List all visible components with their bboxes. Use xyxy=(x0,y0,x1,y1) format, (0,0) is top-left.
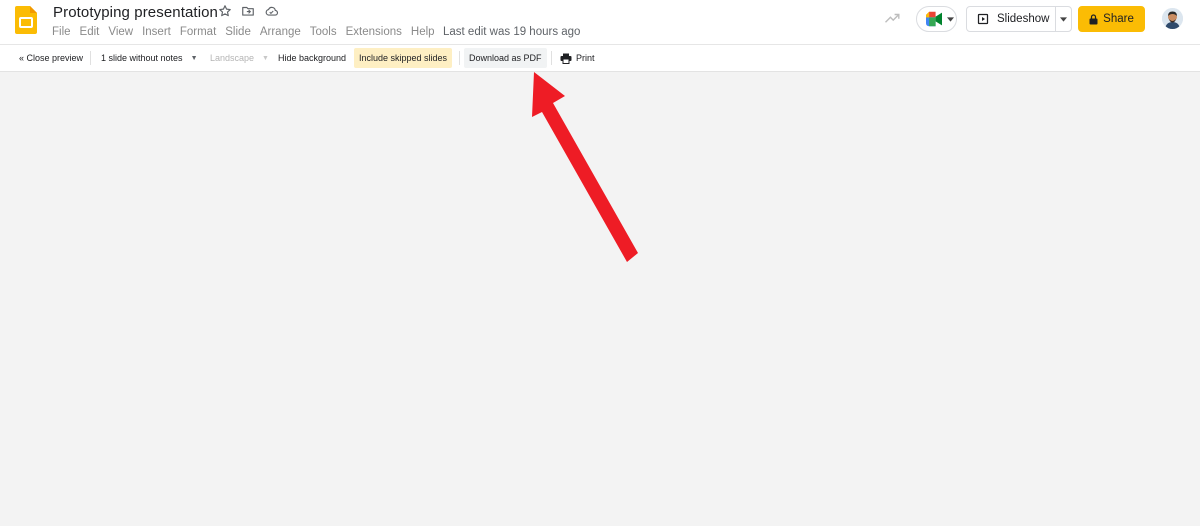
close-preview-button[interactable]: « Close preview xyxy=(14,48,88,68)
menu-slide[interactable]: Slide xyxy=(225,26,251,38)
menu-tools[interactable]: Tools xyxy=(310,26,337,38)
slideshow-split-button: Slideshow xyxy=(966,6,1072,32)
cloud-status-icon[interactable] xyxy=(263,3,279,19)
toolbar-divider xyxy=(551,51,552,65)
layout-select-label: 1 slide without notes xyxy=(101,53,183,63)
menu-arrange[interactable]: Arrange xyxy=(260,26,301,38)
meet-icon xyxy=(926,11,942,27)
activity-trend-icon[interactable] xyxy=(884,11,901,25)
chevron-down-icon xyxy=(947,16,954,22)
slideshow-label: Slideshow xyxy=(997,13,1050,25)
toolbar-divider xyxy=(459,51,460,65)
menu-view[interactable]: View xyxy=(108,26,133,38)
lock-icon xyxy=(1089,13,1098,24)
menu-bar: File Edit View Insert Format Slide Arran… xyxy=(52,26,444,38)
hide-background-label: Hide background xyxy=(278,53,347,63)
menu-help[interactable]: Help xyxy=(411,26,435,38)
slides-print-preview: Prototyping presentation File Edit View … xyxy=(0,0,1200,526)
slides-logo-icon[interactable] xyxy=(15,6,37,34)
include-skipped-slides-button[interactable]: Include skipped slides xyxy=(354,48,453,68)
printer-icon xyxy=(560,53,572,64)
menu-file[interactable]: File xyxy=(52,26,71,38)
document-title[interactable]: Prototyping presentation xyxy=(53,4,218,21)
meet-button[interactable] xyxy=(916,6,957,32)
slideshow-options-button[interactable] xyxy=(1055,7,1071,31)
menu-extensions[interactable]: Extensions xyxy=(346,26,402,38)
caret-down-icon: ▼ xyxy=(190,54,198,62)
download-pdf-button[interactable]: Download as PDF xyxy=(464,48,547,68)
last-edit-status[interactable]: Last edit was 19 hours ago xyxy=(443,26,580,38)
share-button[interactable]: Share xyxy=(1078,6,1145,32)
include-skipped-slides-label: Include skipped slides xyxy=(359,53,448,63)
menu-insert[interactable]: Insert xyxy=(142,26,171,38)
toolbar-divider xyxy=(90,51,91,65)
chevron-down-icon xyxy=(1060,16,1068,22)
folder-move-icon[interactable] xyxy=(240,3,256,19)
avatar[interactable] xyxy=(1162,8,1183,29)
title-actions xyxy=(217,3,279,19)
preview-canvas xyxy=(0,72,1200,526)
orientation-select: Landscape ▼ xyxy=(205,48,274,68)
menu-edit[interactable]: Edit xyxy=(80,26,100,38)
slideshow-button[interactable]: Slideshow xyxy=(967,7,1055,31)
star-icon[interactable] xyxy=(217,3,233,19)
print-preview-toolbar: « Close preview 1 slide without notes ▼ … xyxy=(0,45,1200,72)
close-preview-label: « Close preview xyxy=(19,53,84,63)
orientation-select-label: Landscape xyxy=(210,53,255,63)
layout-select[interactable]: 1 slide without notes ▼ xyxy=(96,48,203,68)
print-button[interactable]: Print xyxy=(555,48,600,68)
print-label: Print xyxy=(576,53,595,63)
hide-background-button[interactable]: Hide background xyxy=(273,48,351,68)
caret-down-icon: ▼ xyxy=(262,54,269,62)
play-box-icon xyxy=(977,13,989,25)
app-header: Prototyping presentation File Edit View … xyxy=(0,0,1200,45)
download-pdf-label: Download as PDF xyxy=(469,53,542,63)
menu-format[interactable]: Format xyxy=(180,26,216,38)
share-label: Share xyxy=(1103,13,1134,25)
